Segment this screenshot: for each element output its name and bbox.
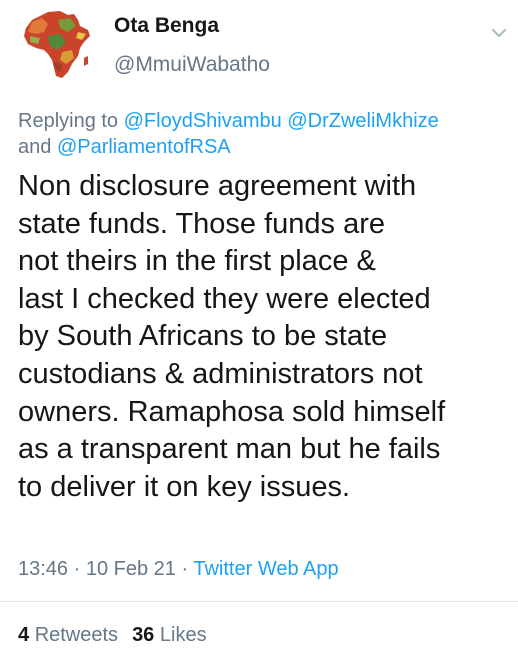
- tweet-text: Non disclosure agreement with state funds…: [18, 168, 516, 506]
- chevron-down-icon[interactable]: [488, 22, 510, 44]
- tweet-stats: 4 Retweets 36 Likes: [18, 624, 207, 647]
- meta-separator: ·: [181, 558, 189, 580]
- tweet-time[interactable]: 13:46: [18, 558, 68, 580]
- tweet-date[interactable]: 10 Feb 21: [86, 558, 176, 580]
- tweet-text-line: to deliver it on key issues.: [18, 470, 351, 503]
- divider: [0, 601, 518, 602]
- reply-context: Replying to @FloydShivambu @DrZweliMkhiz…: [18, 108, 508, 160]
- mention-link[interactable]: @FloydShivambu: [124, 110, 282, 132]
- tweet-text-line: owners. Ramaphosa sold himself: [18, 395, 446, 428]
- tweet-meta: 13:46 · 10 Feb 21 · Twitter Web App: [18, 558, 339, 581]
- tweet-text-line: Non disclosure agreement with: [18, 170, 417, 202]
- reply-joiner: and: [18, 136, 52, 158]
- likes-count: 36: [132, 624, 155, 646]
- tweet-text-line: last I checked they were elected: [18, 282, 431, 315]
- mention-link[interactable]: @ParliamentofRSA: [57, 136, 231, 158]
- likes-label: Likes: [159, 624, 207, 646]
- tweet-header: Ota Benga @MmuiWabatho: [0, 0, 518, 96]
- tweet-text-line: state funds. Those funds are: [18, 207, 386, 240]
- meta-separator: ·: [73, 558, 81, 580]
- tweet-text-line: as a transparent man but he fails: [18, 433, 441, 466]
- africa-map-icon: [24, 11, 90, 78]
- tweet-text-line: by South Africans to be state: [18, 320, 388, 353]
- tweet-text-line: not theirs in the first place &: [18, 245, 376, 278]
- mention-link[interactable]: @DrZweliMkhize: [287, 110, 438, 132]
- retweets-label: Retweets: [34, 624, 119, 646]
- likes-stat[interactable]: 36 Likes: [132, 624, 207, 646]
- author-name[interactable]: Ota Benga: [114, 14, 219, 38]
- tweet-text-line: custodians & administrators not: [18, 357, 423, 390]
- reply-prefix: Replying to: [18, 110, 119, 132]
- author-handle[interactable]: @MmuiWabatho: [114, 53, 270, 77]
- tweet-source-link[interactable]: Twitter Web App: [193, 558, 338, 580]
- retweets-stat[interactable]: 4 Retweets: [18, 624, 118, 646]
- avatar[interactable]: [18, 6, 96, 84]
- retweets-count: 4: [18, 624, 30, 646]
